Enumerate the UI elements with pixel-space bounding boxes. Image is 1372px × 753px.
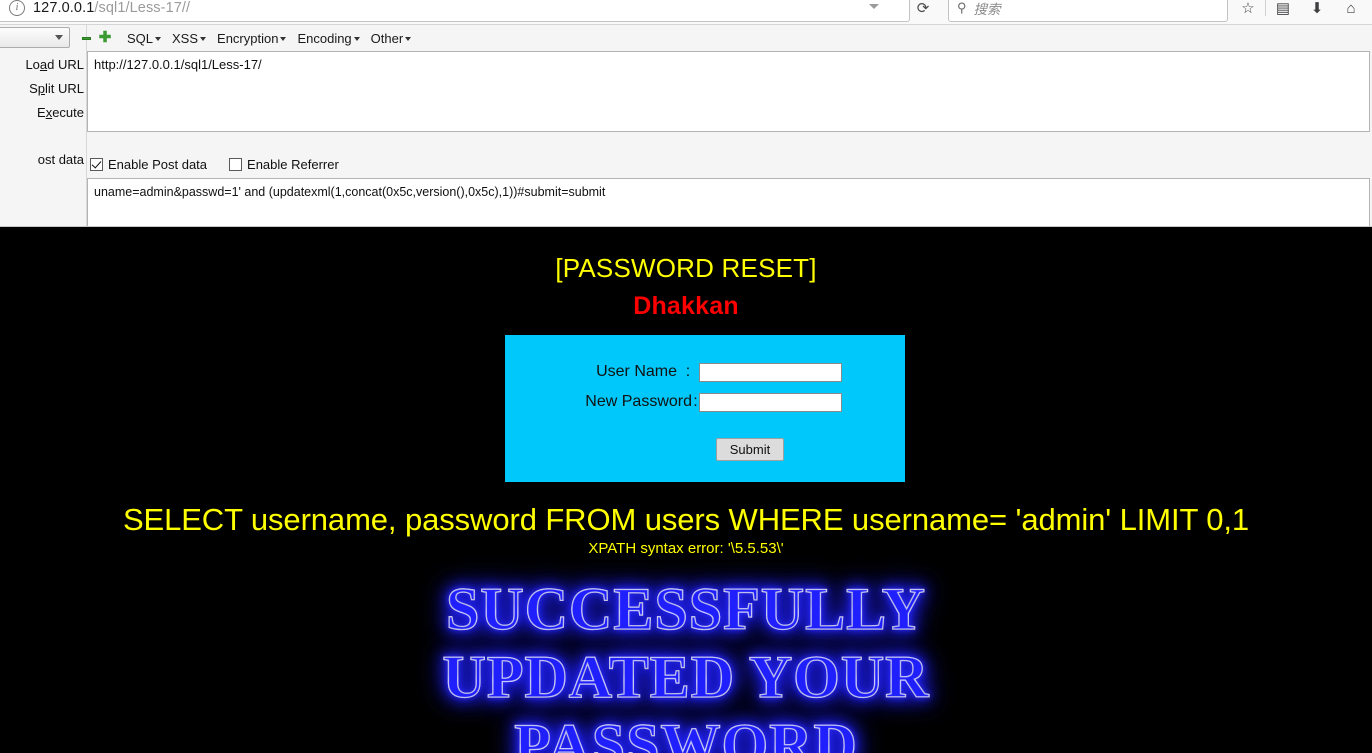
menu-sql[interactable]: SQL [127,30,162,46]
menu-xss[interactable]: XSS [172,30,207,46]
hackbar-action-list: Load URL Split URL Execute [0,53,86,125]
menu-encryption-label: Encryption [217,30,279,46]
hackbar-panel: NT Load URL Split URL Execute ost data ✚… [0,25,1372,227]
username-label: User Name [596,363,677,380]
menu-other-label: Other [370,30,404,46]
username-input[interactable] [699,362,842,382]
post-data-label: ost data [37,152,84,167]
bookmark-star-icon[interactable]: ☆ [1231,0,1265,20]
enable-referrer-checkbox[interactable] [229,158,243,171]
search-bar[interactable]: ⚲ 搜索 [948,0,1228,22]
menu-sql-label: SQL [127,30,154,46]
new-password-row: New Password : [505,387,905,417]
chrome-toolbar-icons: ☆ ▤ ⬇ ⌂ [1231,0,1368,20]
new-password-input[interactable] [699,392,842,412]
submit-button[interactable]: Submit [715,438,785,461]
chevron-down-icon [405,36,412,41]
xpath-error-output: XPATH syntax error: '\5.5.53\' [588,540,784,557]
url-bar[interactable]: ■ i 127.0.0.1/sql1/Less-17// [0,0,910,22]
page-subtitle: Dhakkan [633,292,739,320]
hackbar-url-input[interactable]: http://127.0.0.1/sql1/Less-17/ [87,51,1370,132]
hackbar-toolbar: ✚ SQL XSS Encryption Encoding Other [78,27,412,49]
page-title: [PASSWORD RESET] [555,253,817,283]
chevron-down-icon [55,35,63,40]
username-colon: : [685,363,691,380]
menu-encoding-label: Encoding [297,30,352,46]
download-icon[interactable]: ⬇ [1300,0,1334,20]
chevron-down-icon [200,36,207,41]
split-url-button[interactable]: Split URL [0,77,86,101]
hackbar-post-data-input[interactable]: uname=admin&passwd=1' and (updatexml(1,c… [87,178,1370,226]
search-placeholder: 搜索 [973,2,1001,17]
browser-chrome: ■ i 127.0.0.1/sql1/Less-17// ⟳ ⚲ 搜索 ☆ ▤ … [0,0,1372,25]
url-host: 127.0.0.1 [33,0,95,16]
success-line-2: UPDATED YOUR [0,643,1372,711]
menu-encoding[interactable]: Encoding [297,30,360,46]
sql-query-output: SELECT username, password FROM users WHE… [122,502,1250,537]
success-line-1: SUCCESSFULLY [0,575,1372,643]
enable-referrer-label: Enable Referrer [247,157,339,172]
menu-xss-label: XSS [172,30,199,46]
success-banner: SUCCESSFULLY UPDATED YOUR PASSWORD [0,575,1372,753]
new-password-label: New Password [585,393,692,410]
enable-post-data-label: Enable Post data [108,157,208,172]
menu-other[interactable]: Other [371,31,412,46]
chevron-down-icon [280,36,287,41]
site-info-icon[interactable]: i [9,0,25,16]
hackbar-options-row: Enable Post data Enable Referrer [90,157,339,172]
new-password-colon: : [693,393,698,410]
tab-nub-icon: ■ [0,0,1,9]
submit-row: Submit [505,438,905,461]
search-icon: ⚲ [957,0,967,15]
execute-button[interactable]: Execute [0,101,86,125]
web-page-content: [PASSWORD RESET] Dhakkan User Name : New… [0,228,1372,753]
home-icon[interactable]: ⌂ [1334,0,1368,20]
password-reset-form: User Name : New Password : Submit [505,335,905,482]
hackbar-left-column: NT Load URL Split URL Execute ost data [0,25,87,226]
plus-icon[interactable]: ✚ [97,30,113,46]
url-text: 127.0.0.1/sql1/Less-17// [33,0,191,16]
menu-encryption[interactable]: Encryption [217,30,287,46]
chevron-down-icon [353,36,360,41]
chevron-down-icon [155,36,162,41]
load-url-button[interactable]: Load URL [0,53,86,77]
request-method-select[interactable]: NT [0,27,70,48]
minus-icon[interactable] [78,30,94,46]
library-icon[interactable]: ▤ [1266,0,1300,20]
enable-post-data-checkbox[interactable] [90,158,103,171]
success-line-3: PASSWORD [0,711,1372,753]
url-path: /sql1/Less-17/ [94,0,187,16]
urlbar-dropdown-icon[interactable] [869,4,879,9]
username-row: User Name : [505,357,905,387]
reload-button[interactable]: ⟳ [908,0,938,22]
